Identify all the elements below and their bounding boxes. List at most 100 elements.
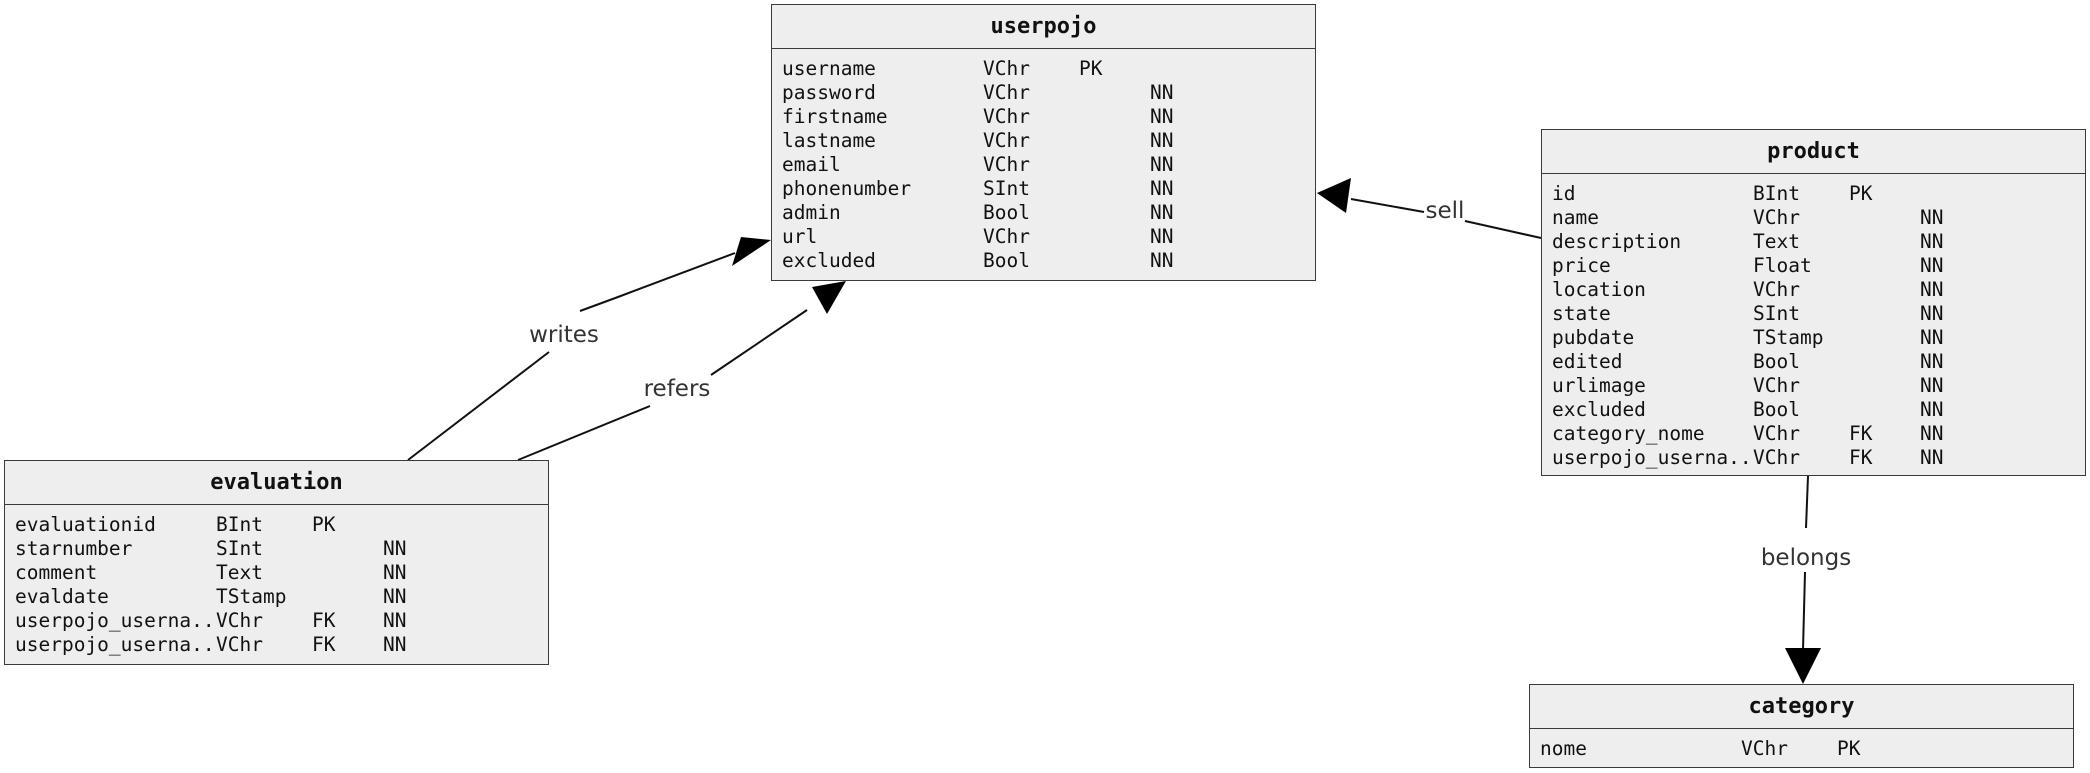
column-name: category_nome <box>1552 422 1705 445</box>
column-row: userpojo_userna.. VChr FK NN <box>15 633 548 657</box>
arrowhead-icon <box>1317 178 1351 213</box>
column-key: PK <box>1849 182 1873 205</box>
column-type: VChr <box>983 105 1030 128</box>
column-type: Text <box>216 561 263 584</box>
relationship-belongs-line <box>1805 475 1809 529</box>
column-type: VChr <box>983 129 1030 152</box>
column-row: category_nome VChr FK NN <box>1552 422 2085 446</box>
column-name: firstname <box>782 105 888 128</box>
column-type: VChr <box>1753 278 1800 301</box>
relationship-belongs-line <box>1802 571 1806 651</box>
entity-title: category <box>1530 685 2073 729</box>
column-row: url VChr NN <box>782 225 1315 249</box>
column-name: nome <box>1540 737 1587 760</box>
relationship-refers-line <box>710 309 808 376</box>
column-nullability: NN <box>1150 249 1174 272</box>
column-name: phonenumber <box>782 177 912 200</box>
entity-title: userpojo <box>772 5 1315 49</box>
column-name: evaldate <box>15 585 109 608</box>
column-key: FK <box>1849 422 1873 445</box>
relationship-refers: refers <box>517 281 846 461</box>
column-nullability: NN <box>383 609 407 632</box>
column-nullability: NN <box>1920 446 1944 469</box>
column-type: SInt <box>983 177 1030 200</box>
column-type: BInt <box>216 513 263 536</box>
column-type: VChr <box>983 225 1030 248</box>
column-row: urlimage VChr NN <box>1552 374 2085 398</box>
entity-title: evaluation <box>5 461 548 505</box>
column-name: name <box>1552 206 1599 229</box>
column-row: name VChr NN <box>1552 206 2085 230</box>
column-type: BInt <box>1753 182 1800 205</box>
column-type: VChr <box>983 153 1030 176</box>
column-row: evaluationid BInt PK <box>15 513 548 537</box>
column-nullability: NN <box>1920 278 1944 301</box>
column-type: VChr <box>1753 446 1800 469</box>
column-name: location <box>1552 278 1646 301</box>
column-type: VChr <box>1753 206 1800 229</box>
column-nullability: NN <box>383 633 407 656</box>
column-row: userpojo_userna.. VChr FK NN <box>15 609 548 633</box>
column-row: pubdate TStamp NN <box>1552 326 2085 350</box>
column-name: admin <box>782 201 841 224</box>
column-nullability: NN <box>383 561 407 584</box>
entity-columns: nome VChr PK <box>1530 729 2073 761</box>
column-row: state SInt NN <box>1552 302 2085 326</box>
column-row: edited Bool NN <box>1552 350 2085 374</box>
column-nullability: NN <box>1150 129 1174 152</box>
relationship-label-belongs: belongs <box>1761 545 1851 571</box>
relationship-writes-line <box>579 252 736 312</box>
column-nullability: NN <box>1150 201 1174 224</box>
entity-columns: id BInt PK name VChr NN description Text NN price… <box>1542 174 2085 470</box>
column-name: userpojo_userna.. <box>15 609 215 632</box>
column-nullability: NN <box>1920 230 1944 253</box>
column-key: PK <box>312 513 336 536</box>
column-type: Float <box>1753 254 1812 277</box>
column-name: userpojo_userna.. <box>15 633 215 656</box>
column-nullability: NN <box>1920 254 1944 277</box>
column-row: price Float NN <box>1552 254 2085 278</box>
relationship-label-sell: sell <box>1426 198 1465 224</box>
column-type: TStamp <box>216 585 287 608</box>
column-row: evaldate TStamp NN <box>15 585 548 609</box>
column-row: phonenumber SInt NN <box>782 177 1315 201</box>
column-nullability: NN <box>383 585 407 608</box>
column-row: excluded Bool NN <box>1552 398 2085 422</box>
column-row: userpojo_userna.. VChr FK NN <box>1552 446 2085 470</box>
relationship-sell-line <box>1464 220 1542 239</box>
relationship-refers-line <box>517 405 651 461</box>
column-type: TStamp <box>1753 326 1824 349</box>
column-type: SInt <box>216 537 263 560</box>
column-type: Bool <box>983 249 1030 272</box>
entity-product: product id BInt PK name VChr NN description Tex… <box>1541 129 2086 476</box>
column-nullability: NN <box>1150 81 1174 104</box>
column-name: urlimage <box>1552 374 1646 397</box>
entity-category: category nome VChr PK <box>1529 684 2074 768</box>
column-type: SInt <box>1753 302 1800 325</box>
column-key: PK <box>1079 57 1103 80</box>
column-name: starnumber <box>15 537 133 560</box>
entity-columns: evaluationid BInt PK starnumber SInt NN commen… <box>5 505 548 657</box>
column-nullability: NN <box>1920 398 1944 421</box>
column-type: VChr <box>1753 422 1800 445</box>
column-row: excluded Bool NN <box>782 249 1315 273</box>
entity-title: product <box>1542 130 2085 174</box>
column-name: excluded <box>782 249 876 272</box>
column-type: Text <box>1753 230 1800 253</box>
column-row: username VChr PK <box>782 57 1315 81</box>
column-type: Bool <box>983 201 1030 224</box>
column-name: pubdate <box>1552 326 1635 349</box>
column-row: admin Bool NN <box>782 201 1315 225</box>
column-name: state <box>1552 302 1611 325</box>
column-name: evaluationid <box>15 513 156 536</box>
column-nullability: NN <box>1920 422 1944 445</box>
column-name: lastname <box>782 129 876 152</box>
relationship-writes: writes <box>407 237 771 461</box>
column-name: comment <box>15 561 98 584</box>
column-name: id <box>1552 182 1576 205</box>
column-type: VChr <box>983 81 1030 104</box>
column-type: VChr <box>216 609 263 632</box>
column-name: excluded <box>1552 398 1646 421</box>
column-nullability: NN <box>1150 105 1174 128</box>
entity-columns: username VChr PK password VChr NN firstname VCh… <box>772 49 1315 273</box>
